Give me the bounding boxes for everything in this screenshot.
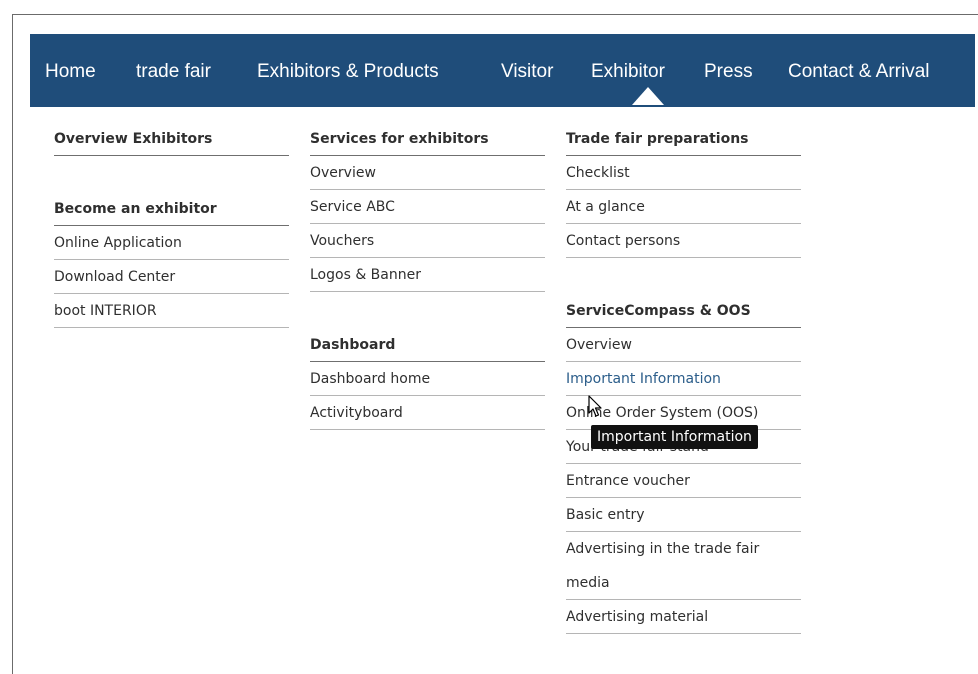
nav-visitor[interactable]: Visitor (501, 61, 553, 83)
menu-column-services: Services for exhibitors Overview Service… (310, 122, 545, 430)
col1-heading-overview-exhibitors[interactable]: Overview Exhibitors (54, 122, 289, 156)
menu-item-basic-entry[interactable]: Basic entry (566, 498, 801, 532)
col3-heading-trade-fair-preparations[interactable]: Trade fair preparations (566, 122, 801, 156)
menu-column-preparations: Trade fair preparations Checklist At a g… (566, 122, 801, 634)
nav-exhibitor[interactable]: Exhibitor (591, 61, 665, 83)
menu-item-boot-interior[interactable]: boot INTERIOR (54, 294, 289, 328)
menu-item-contact-persons[interactable]: Contact persons (566, 224, 801, 258)
nav-contact-arrival[interactable]: Contact & Arrival (788, 61, 930, 83)
menu-item-download-center[interactable]: Download Center (54, 260, 289, 294)
col3-spacer (566, 258, 801, 294)
menu-item-overview[interactable]: Overview (310, 156, 545, 190)
nav-trade-fair[interactable]: trade fair (136, 61, 211, 83)
menu-item-dashboard-home[interactable]: Dashboard home (310, 362, 545, 396)
mouse-pointer-icon (588, 395, 602, 417)
active-menu-caret (632, 87, 664, 105)
menu-item-entrance-voucher[interactable]: Entrance voucher (566, 464, 801, 498)
menu-item-advertising-material[interactable]: Advertising material (566, 600, 801, 634)
col2-spacer (310, 292, 545, 328)
menu-item-online-application[interactable]: Online Application (54, 226, 289, 260)
nav-home[interactable]: Home (45, 61, 96, 83)
menu-item-activityboard[interactable]: Activityboard (310, 396, 545, 430)
col1-spacer (54, 156, 289, 192)
menu-item-logos-banner[interactable]: Logos & Banner (310, 258, 545, 292)
tooltip-important-information: Important Information (591, 425, 758, 449)
menu-item-at-a-glance[interactable]: At a glance (566, 190, 801, 224)
menu-item-checklist[interactable]: Checklist (566, 156, 801, 190)
nav-press[interactable]: Press (704, 61, 753, 83)
col1-heading-become-exhibitor[interactable]: Become an exhibitor (54, 192, 289, 226)
menu-item-service-abc[interactable]: Service ABC (310, 190, 545, 224)
col3-heading-servicecompass-oos[interactable]: ServiceCompass & OOS (566, 294, 801, 328)
menu-item-vouchers[interactable]: Vouchers (310, 224, 545, 258)
col2-heading-services[interactable]: Services for exhibitors (310, 122, 545, 156)
main-navbar: Home trade fair Exhibitors & Products Vi… (30, 34, 975, 107)
nav-exhibitors-products[interactable]: Exhibitors & Products (257, 61, 439, 83)
menu-item-important-information[interactable]: Important Information (566, 362, 801, 396)
menu-column-exhibitors: Overview Exhibitors Become an exhibitor … (54, 122, 289, 328)
menu-item-sc-overview[interactable]: Overview (566, 328, 801, 362)
menu-item-advertising-media-line2[interactable]: media (566, 566, 801, 600)
col2-heading-dashboard[interactable]: Dashboard (310, 328, 545, 362)
menu-item-advertising-media-line1[interactable]: Advertising in the trade fair (566, 532, 801, 566)
